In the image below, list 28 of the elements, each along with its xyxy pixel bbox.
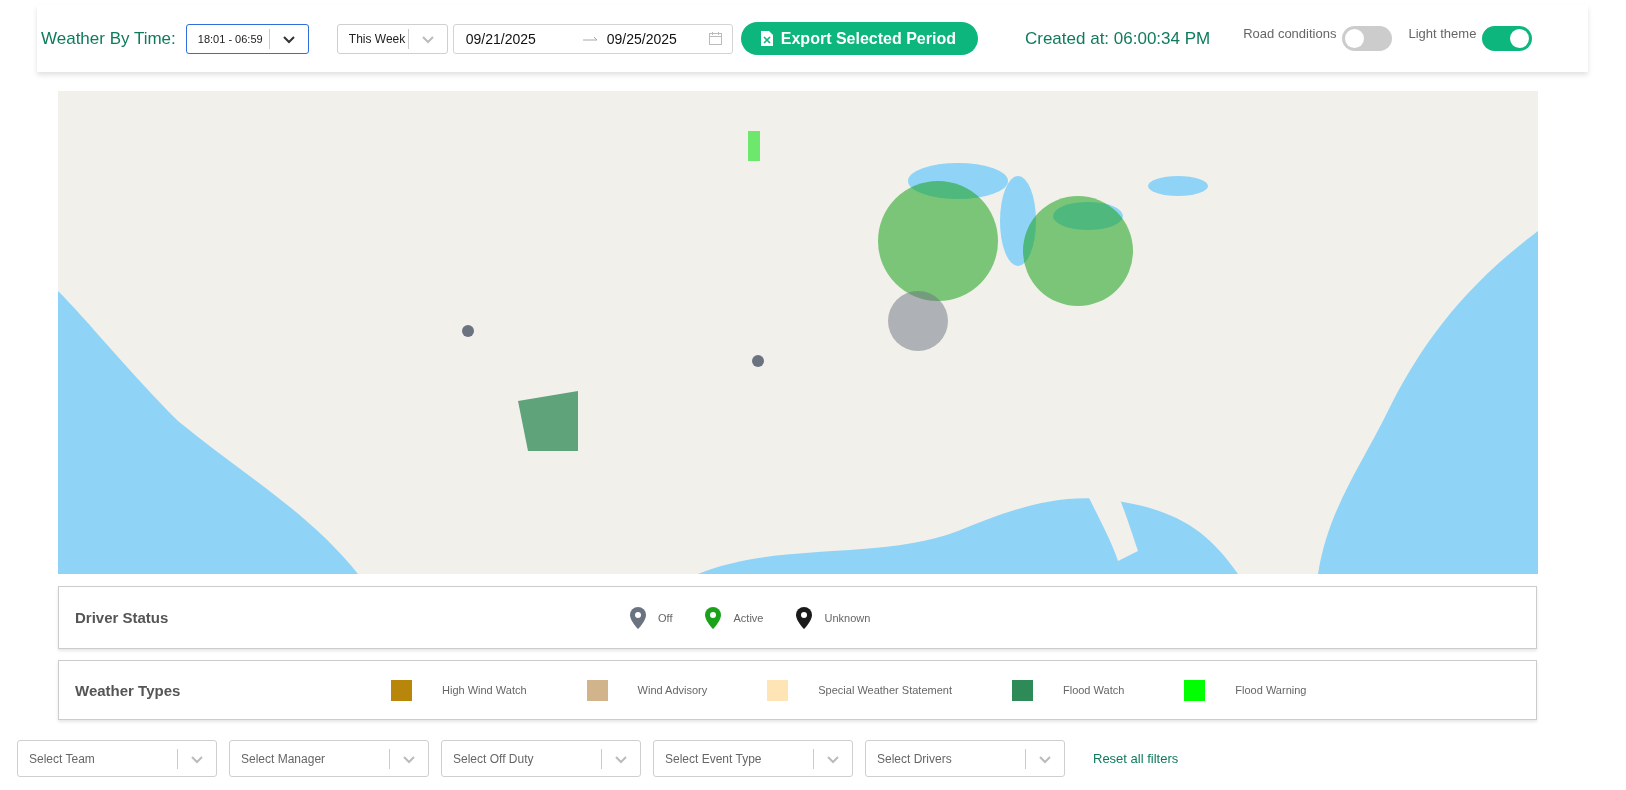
arrow-right-icon xyxy=(582,34,599,43)
legend-label: High Wind Watch xyxy=(442,684,527,696)
period-select[interactable]: This Week xyxy=(336,23,448,54)
spreadsheet-icon xyxy=(760,31,773,46)
legend-label: Off xyxy=(658,611,673,624)
reset-filters-link[interactable]: Reset all filters xyxy=(1093,751,1179,766)
filter-select[interactable]: Select Drivers xyxy=(865,740,1065,777)
page-title: Weather By Time: xyxy=(41,28,176,49)
filter-select[interactable]: Select Team xyxy=(17,740,217,777)
date-range-field[interactable]: 09/21/2025 09/25/2025 xyxy=(452,23,733,54)
calendar-icon xyxy=(708,32,722,45)
legend-title: Weather Types xyxy=(75,681,182,699)
toggle-label: Light theme xyxy=(1408,26,1477,41)
time-range-select[interactable]: 18:01 - 06:59 xyxy=(185,23,309,54)
legend-label: Special Weather Statement xyxy=(818,684,952,696)
filter-select[interactable]: Select Off Duty xyxy=(441,740,641,777)
toggle-switch[interactable] xyxy=(1482,26,1533,51)
legend-label: Flood Watch xyxy=(1062,684,1125,696)
created-time: Created at: 06:00:34 PM xyxy=(1024,28,1211,49)
filter-select[interactable]: Select Manager xyxy=(229,740,429,777)
legend-label: Wind Advisory xyxy=(637,684,708,696)
toggle-switch[interactable] xyxy=(1342,26,1393,51)
filter-select[interactable]: Select Event Type xyxy=(653,740,853,777)
legend-label: Unknown xyxy=(824,611,871,624)
legend-label: Active xyxy=(733,611,764,624)
toggle-label: Road conditions xyxy=(1243,26,1337,41)
legend-label: Flood Warning xyxy=(1235,684,1307,696)
legend-title: Driver Status xyxy=(75,609,170,626)
